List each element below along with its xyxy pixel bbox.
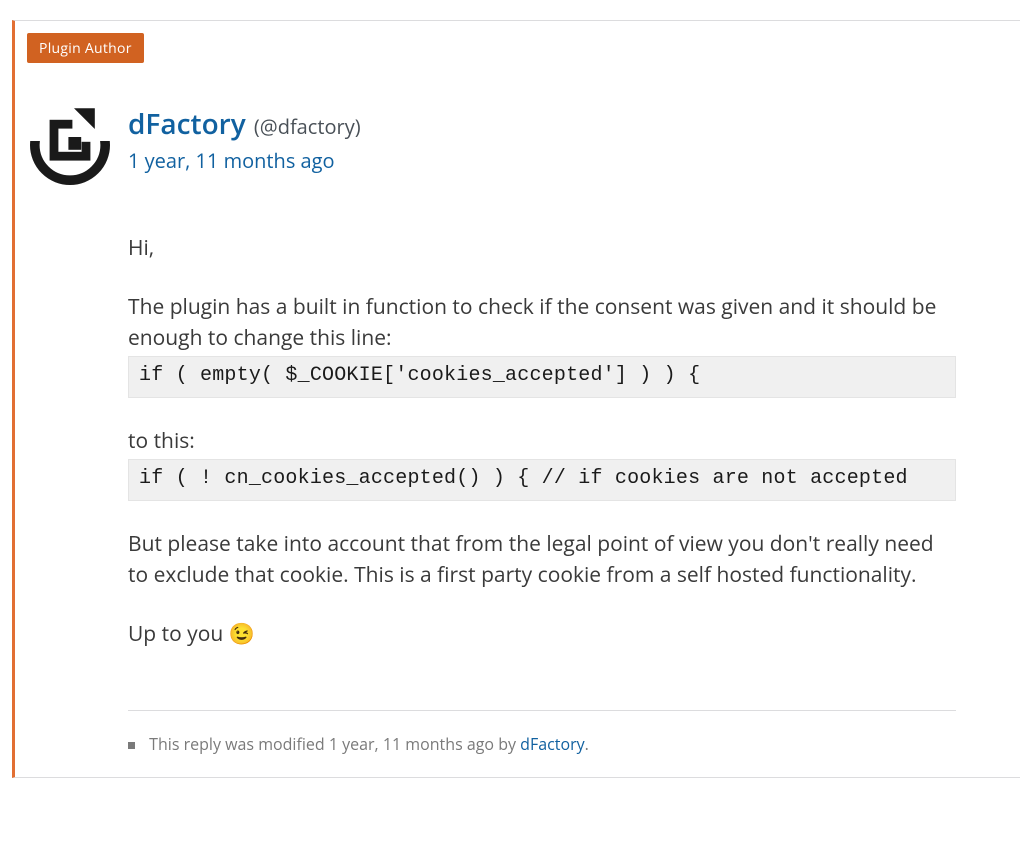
modlog-author-link[interactable]: dFactory <box>520 733 584 755</box>
content-bridge: to this: <box>128 426 956 457</box>
post-meta: dFactory (@dfactory) 1 year, 11 months a… <box>128 105 361 174</box>
bullet-icon <box>128 742 135 749</box>
author-link[interactable]: dFactory <box>128 105 246 143</box>
avatar[interactable] <box>30 105 110 185</box>
post-timestamp[interactable]: 1 year, 11 months ago <box>128 147 361 174</box>
content-legal: But please take into account that from t… <box>128 529 956 591</box>
post-content: Hi, The plugin has a built in function t… <box>15 185 1020 686</box>
forum-post: Plugin Author dFactory (@dfactory) 1 yea… <box>12 20 1020 778</box>
author-badge: Plugin Author <box>27 33 144 63</box>
content-closing: Up to you 😉 <box>128 619 956 650</box>
modlog-text: This reply was modified 1 year, 11 month… <box>149 733 520 755</box>
content-intro: The plugin has a built in function to ch… <box>128 292 956 354</box>
modlog-suffix: . <box>585 733 589 755</box>
code-snippet-after: if ( ! cn_cookies_accepted() ) { // if c… <box>128 459 956 501</box>
modification-log: This reply was modified 1 year, 11 month… <box>128 710 956 755</box>
post-header: dFactory (@dfactory) 1 year, 11 months a… <box>15 21 1020 185</box>
code-snippet-before: if ( empty( $_COOKIE['cookies_accepted']… <box>128 356 956 398</box>
author-handle: (@dfactory) <box>254 113 361 140</box>
content-greeting: Hi, <box>128 233 956 264</box>
